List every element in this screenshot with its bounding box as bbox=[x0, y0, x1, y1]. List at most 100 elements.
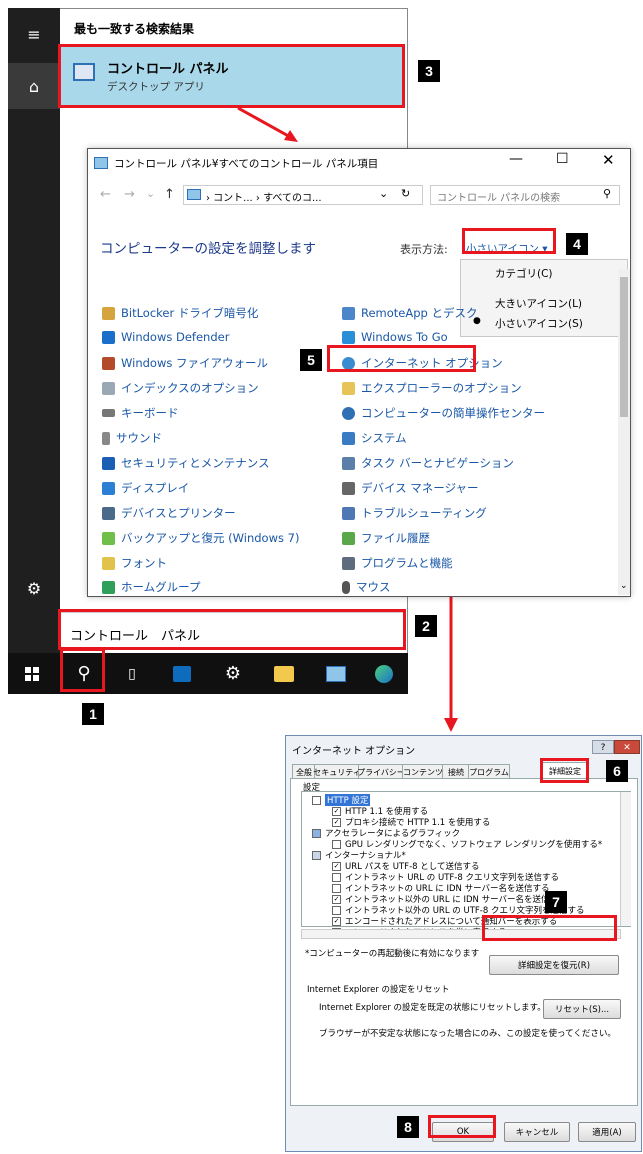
window-app-icon bbox=[94, 157, 108, 169]
maximize-icon[interactable]: ☐ bbox=[556, 151, 569, 167]
windows-start-icon[interactable] bbox=[12, 653, 52, 694]
cp-item-system[interactable]: システム bbox=[342, 430, 407, 446]
cp-item-indexing[interactable]: インデックスのオプション bbox=[102, 380, 259, 396]
settings-gear-icon[interactable]: ⚙ bbox=[213, 653, 253, 694]
reset-button[interactable]: リセット(S)... bbox=[543, 999, 621, 1019]
step-1-badge: 1 bbox=[82, 703, 104, 725]
minimize-icon[interactable]: — bbox=[509, 151, 523, 167]
task-view-icon[interactable]: ▯ bbox=[112, 653, 152, 694]
firewall-icon bbox=[102, 356, 115, 370]
cp-item-explorer-options[interactable]: エクスプローラーのオプション bbox=[342, 380, 522, 396]
step-5-badge: 5 bbox=[300, 349, 322, 371]
apply-button[interactable]: 適用(A) bbox=[578, 1122, 636, 1142]
cp-item-keyboard[interactable]: キーボード bbox=[102, 405, 179, 421]
cp-item-security[interactable]: セキュリティとメンテナンス bbox=[102, 455, 270, 471]
address-dropdown-icon[interactable]: ⌄ bbox=[379, 187, 388, 200]
checkbox-checked-icon: ✓ bbox=[332, 916, 341, 926]
checkbox-unchecked-icon bbox=[332, 839, 341, 849]
device-manager-icon bbox=[342, 481, 355, 495]
checkbox-unchecked-icon bbox=[332, 883, 341, 893]
programs-icon bbox=[342, 556, 355, 570]
step-4-badge: 4 bbox=[566, 233, 588, 255]
search-field[interactable]: コントロール パネルの検索 ⚲ bbox=[430, 185, 620, 205]
bitlocker-icon bbox=[102, 306, 115, 320]
scrollbar-thumb[interactable] bbox=[620, 277, 628, 417]
folder-icon bbox=[312, 795, 321, 805]
highlight-box-2 bbox=[58, 609, 406, 650]
tab-security[interactable]: セキュリティ bbox=[313, 764, 361, 779]
settings-list[interactable]: HTTP 設定 ✓ HTTP 1.1 を使用する ✓ プロキシ接続で HTTP 1.… bbox=[301, 791, 631, 938]
view-menu-category[interactable]: カテゴリ(C) bbox=[495, 266, 553, 281]
highlight-box-1 bbox=[60, 648, 105, 692]
step-2-badge: 2 bbox=[415, 615, 437, 637]
address-cp-icon bbox=[187, 189, 201, 200]
forward-icon[interactable]: → bbox=[124, 187, 135, 202]
cp-item-taskbar[interactable]: タスク バーとナビゲーション bbox=[342, 455, 514, 471]
cp-item-remoteapp[interactable]: RemoteApp とデスク bbox=[342, 305, 478, 321]
restore-advanced-button[interactable]: 詳細設定を復元(R) bbox=[489, 955, 619, 975]
indexing-icon bbox=[102, 381, 115, 395]
reset-group-label: Internet Explorer の設定をリセット bbox=[307, 985, 450, 995]
cp-item-devices[interactable]: デバイスとプリンター bbox=[102, 505, 236, 521]
remoteapp-icon bbox=[342, 306, 355, 320]
tab-connections[interactable]: 接続 bbox=[442, 764, 470, 779]
cp-item-bitlocker[interactable]: BitLocker ドライブ暗号化 bbox=[102, 305, 258, 321]
back-icon[interactable]: ← bbox=[100, 187, 111, 202]
cp-item-defender[interactable]: Windows Defender bbox=[102, 330, 229, 344]
tab-content[interactable]: コンテンツ bbox=[402, 764, 444, 779]
outlook-icon[interactable] bbox=[162, 653, 202, 694]
cp-item-firewall[interactable]: Windows ファイアウォール bbox=[102, 355, 268, 371]
tab-privacy[interactable]: プライバシー bbox=[357, 764, 405, 779]
recent-dropdown-icon[interactable]: ⌄ bbox=[146, 187, 155, 200]
cp-item-device-manager[interactable]: デバイス マネージャー bbox=[342, 480, 479, 496]
cp-item-mouse[interactable]: マウス bbox=[342, 579, 391, 595]
cp-item-ease-of-access[interactable]: コンピューターの簡単操作センター bbox=[342, 405, 545, 421]
internet-options-dialog: インターネット オプション ? ✕ 全般 セキュリティ プライバシー コンテンツ… bbox=[285, 735, 642, 1152]
graphics-icon bbox=[312, 828, 321, 838]
step-7-badge: 7 bbox=[545, 891, 567, 913]
cp-item-troubleshooting[interactable]: トラブルシューティング bbox=[342, 505, 487, 521]
cp-item-sound[interactable]: サウンド bbox=[102, 430, 162, 446]
view-menu-small-icons[interactable]: 小さいアイコン(S) bbox=[495, 316, 583, 331]
reset-text: Internet Explorer の設定を既定の状態にリセットします。 bbox=[319, 1003, 546, 1013]
scrollbar[interactable]: ⌄ bbox=[618, 269, 630, 595]
cp-item-backup[interactable]: バックアップと復元 (Windows 7) bbox=[102, 530, 299, 546]
tab-programs[interactable]: プログラム bbox=[468, 764, 510, 779]
close-icon[interactable]: ✕ bbox=[614, 740, 640, 754]
refresh-icon[interactable]: ↻ bbox=[401, 187, 410, 200]
edge-icon[interactable] bbox=[364, 653, 404, 694]
settings-scrollbar[interactable] bbox=[620, 792, 631, 926]
dialog-title: インターネット オプション bbox=[292, 746, 416, 757]
cp-item-programs[interactable]: プログラムと機能 bbox=[342, 555, 453, 571]
control-panel-taskbar-icon[interactable] bbox=[316, 653, 356, 694]
file-explorer-icon[interactable] bbox=[264, 653, 304, 694]
printer-icon bbox=[102, 506, 115, 520]
cp-item-display[interactable]: ディスプレイ bbox=[102, 480, 189, 496]
defender-icon bbox=[102, 330, 115, 344]
help-icon[interactable]: ? bbox=[592, 740, 614, 754]
address-bar[interactable]: › コント... › すべてのコ... ⌄ ↻ bbox=[183, 185, 423, 205]
close-icon[interactable]: ✕ bbox=[602, 151, 615, 169]
up-icon[interactable]: ↑ bbox=[164, 187, 175, 202]
checkbox-checked-icon: ✓ bbox=[332, 861, 341, 871]
display-icon bbox=[102, 481, 115, 495]
speaker-icon bbox=[102, 431, 110, 445]
cp-item-fonts[interactable]: フォント bbox=[102, 555, 167, 571]
cp-item-file-history[interactable]: ファイル履歴 bbox=[342, 530, 430, 546]
restart-note: *コンピューターの再起動後に有効になります bbox=[305, 949, 480, 959]
backup-icon bbox=[102, 531, 115, 545]
cp-item-homegroup[interactable]: ホームグループ bbox=[102, 579, 200, 595]
cp-item-windows-to-go[interactable]: Windows To Go bbox=[342, 330, 448, 344]
checkbox-checked-icon: ✓ bbox=[332, 806, 341, 816]
address-text: › コント... › すべてのコ... bbox=[206, 193, 322, 204]
scroll-down-icon[interactable]: ⌄ bbox=[620, 581, 628, 591]
checkbox-unchecked-icon bbox=[332, 872, 341, 882]
system-icon bbox=[342, 431, 355, 445]
keyboard-icon bbox=[102, 409, 115, 417]
flag-icon bbox=[102, 456, 115, 470]
highlight-box-7 bbox=[482, 915, 617, 941]
cancel-button[interactable]: キャンセル bbox=[504, 1122, 570, 1142]
view-menu-large-icons[interactable]: 大きいアイコン(L) bbox=[495, 296, 582, 311]
arrow-line-1 bbox=[237, 106, 293, 140]
highlight-box-6 bbox=[540, 758, 589, 783]
